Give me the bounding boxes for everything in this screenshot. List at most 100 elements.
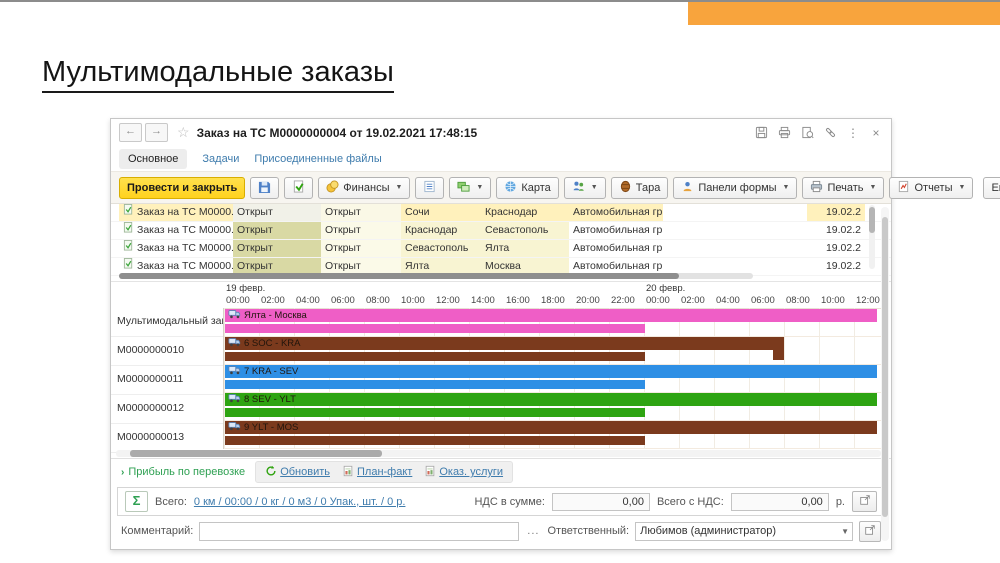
tab-1[interactable]: Задачи [202, 153, 239, 165]
gantt-time-tick: 18:00 [541, 295, 565, 306]
print-icon[interactable] [777, 126, 791, 140]
gantt-time-tick: 22:00 [611, 295, 635, 306]
gantt-time-tick: 14:00 [471, 295, 495, 306]
barrel-icon [619, 180, 632, 196]
vat-input[interactable] [552, 493, 650, 511]
toolbar-button-отчеты[interactable]: Отчеты▼ [889, 177, 973, 199]
table-cell: Открыт [233, 240, 321, 257]
table-cell: Открыт [321, 222, 401, 239]
services-link[interactable]: Оказ. услуги [424, 465, 503, 480]
external-window-icon [864, 524, 876, 539]
window-titlebar: ← → ☆ Заказ на ТС М0000000004 от 19.02.2… [111, 119, 891, 146]
gantt-row: 8 SEV - YLT [224, 392, 881, 421]
open-totals-button[interactable] [852, 491, 877, 512]
back-button[interactable]: ← [119, 123, 142, 142]
toolbar-button-еще[interactable]: Еще▼ [983, 177, 1000, 199]
truck-icon [228, 337, 241, 350]
gantt-sub-bar[interactable] [225, 408, 645, 417]
group-icon [572, 180, 585, 196]
toolbar-button-финансы[interactable]: Финансы▼ [318, 177, 410, 199]
order-window: ← → ☆ Заказ на ТС М0000000004 от 19.02.2… [110, 118, 892, 550]
totals-link[interactable]: 0 км / 00:00 / 0 кг / 0 м3 / 0 Упак., шт… [194, 496, 406, 508]
gantt-sub-bar[interactable] [225, 352, 645, 361]
sigma-button[interactable]: Σ [125, 491, 148, 512]
gantt-day-label: 19 февр. [226, 283, 265, 294]
orders-table: Заказ на ТС М0000...ОткрытОткрытСочиКрас… [111, 204, 891, 282]
gantt-bar-label: 7 KRA - SEV [244, 366, 298, 377]
gantt-sub-bar[interactable] [225, 380, 645, 389]
external-window-icon [859, 494, 871, 509]
save-icon[interactable] [754, 126, 768, 140]
table-cell: Севастополь [481, 222, 569, 239]
chevron-down-icon[interactable]: ▼ [841, 527, 849, 536]
gantt-bar[interactable]: Ялта - Москва [225, 309, 877, 322]
gantt-bar[interactable]: 6 SOC - KRA [225, 337, 777, 350]
window-vertical-scrollbar[interactable] [881, 207, 889, 541]
favorite-star-icon[interactable]: ☆ [177, 124, 190, 141]
gantt-bar[interactable]: 8 SEV - YLT [225, 393, 877, 406]
panels-icon [681, 180, 694, 196]
toolbar-button-group[interactable]: ▼ [564, 177, 606, 199]
map-icon [504, 180, 517, 196]
gantt-sub-bar[interactable] [225, 324, 645, 333]
plan-fact-link[interactable]: План-факт [342, 465, 412, 480]
window-title: Заказ на ТС М0000000004 от 19.02.2021 17… [197, 126, 478, 140]
forward-button[interactable]: → [145, 123, 168, 142]
tab-0[interactable]: Основное [119, 149, 187, 169]
table-horizontal-scrollbar[interactable] [119, 273, 753, 279]
table-vertical-scrollbar[interactable] [869, 205, 875, 269]
toolbar-button-тара[interactable]: Тара [611, 177, 669, 199]
chevron-down-icon: ▼ [591, 184, 598, 191]
gantt-hscroll-thumb[interactable] [130, 450, 382, 457]
refresh-link[interactable]: Обновить [265, 465, 330, 480]
table-cell: Автомобильная гр... [569, 204, 663, 221]
table-cell: Ялта [481, 240, 569, 257]
gantt-row-label: М0000000012 [111, 395, 223, 424]
tab-2[interactable]: Присоединенные файлы [254, 153, 381, 165]
link-icon[interactable] [823, 126, 837, 140]
gantt-time-tick: 00:00 [646, 295, 670, 306]
responsible-label: Ответственный: [547, 525, 629, 537]
order-name: Заказ на ТС М0000... [137, 240, 233, 257]
toolbar-button-save[interactable] [250, 177, 279, 199]
profit-link[interactable]: › Прибыль по перевозке [121, 466, 245, 478]
gantt-bar[interactable]: 9 YLT - MOS [225, 421, 877, 434]
preview-icon[interactable] [800, 126, 814, 140]
toolbar: Провести и закрытьФинансы▼▼Карта▼ТараПан… [111, 171, 891, 204]
toolbar-button-панели-формы[interactable]: Панели формы▼ [673, 177, 797, 199]
toolbar-button-list[interactable] [415, 177, 444, 199]
table-row[interactable]: Заказ на ТС М0000...ОткрытОткрытСевастоп… [111, 240, 891, 258]
table-vscroll-thumb[interactable] [869, 207, 875, 233]
gantt-time-tick: 10:00 [401, 295, 425, 306]
gantt-sub-bar[interactable] [225, 436, 645, 445]
total-with-vat-input[interactable] [731, 493, 829, 511]
gantt-bar-label: 9 YLT - MOS [244, 422, 298, 433]
comment-more-button[interactable]: ... [525, 525, 541, 537]
table-row[interactable]: Заказ на ТС М0000...ОткрытОткрытКраснода… [111, 222, 891, 240]
toolbar-button-transfer[interactable]: ▼ [449, 177, 491, 199]
table-cell: Открыт [233, 222, 321, 239]
open-responsible-button[interactable] [859, 521, 881, 542]
toolbar-button-карта[interactable]: Карта [496, 177, 558, 199]
toolbar-button-post[interactable] [284, 177, 313, 199]
comment-input[interactable] [199, 522, 519, 541]
chevron-down-icon: ▼ [783, 184, 790, 191]
window-vscroll-thumb[interactable] [882, 217, 888, 517]
gantt-horizontal-scrollbar[interactable] [116, 450, 881, 457]
table-row[interactable]: Заказ на ТС М0000...ОткрытОткрытСочиКрас… [111, 204, 891, 222]
gantt-bar-end-marker[interactable] [773, 337, 784, 360]
toolbar-button-провести-и-закрыть[interactable]: Провести и закрыть [119, 177, 245, 199]
gantt-time-tick: 06:00 [751, 295, 775, 306]
table-cell: 19.02.2 [807, 240, 865, 257]
responsible-input[interactable] [635, 522, 853, 541]
chevron-right-icon: › [121, 467, 124, 478]
total-with-vat-label: Всего с НДС: [657, 496, 724, 508]
table-cell: 19.02.2 [807, 204, 865, 221]
menu-dots-icon[interactable]: ⋮ [846, 126, 860, 140]
table-hscroll-thumb[interactable] [119, 273, 679, 279]
toolbar-button-печать[interactable]: Печать▼ [802, 177, 884, 199]
toolbar-button-label: Печать [827, 182, 863, 194]
document-icon [123, 240, 134, 257]
close-icon[interactable]: × [869, 126, 883, 140]
gantt-bar[interactable]: 7 KRA - SEV [225, 365, 877, 378]
